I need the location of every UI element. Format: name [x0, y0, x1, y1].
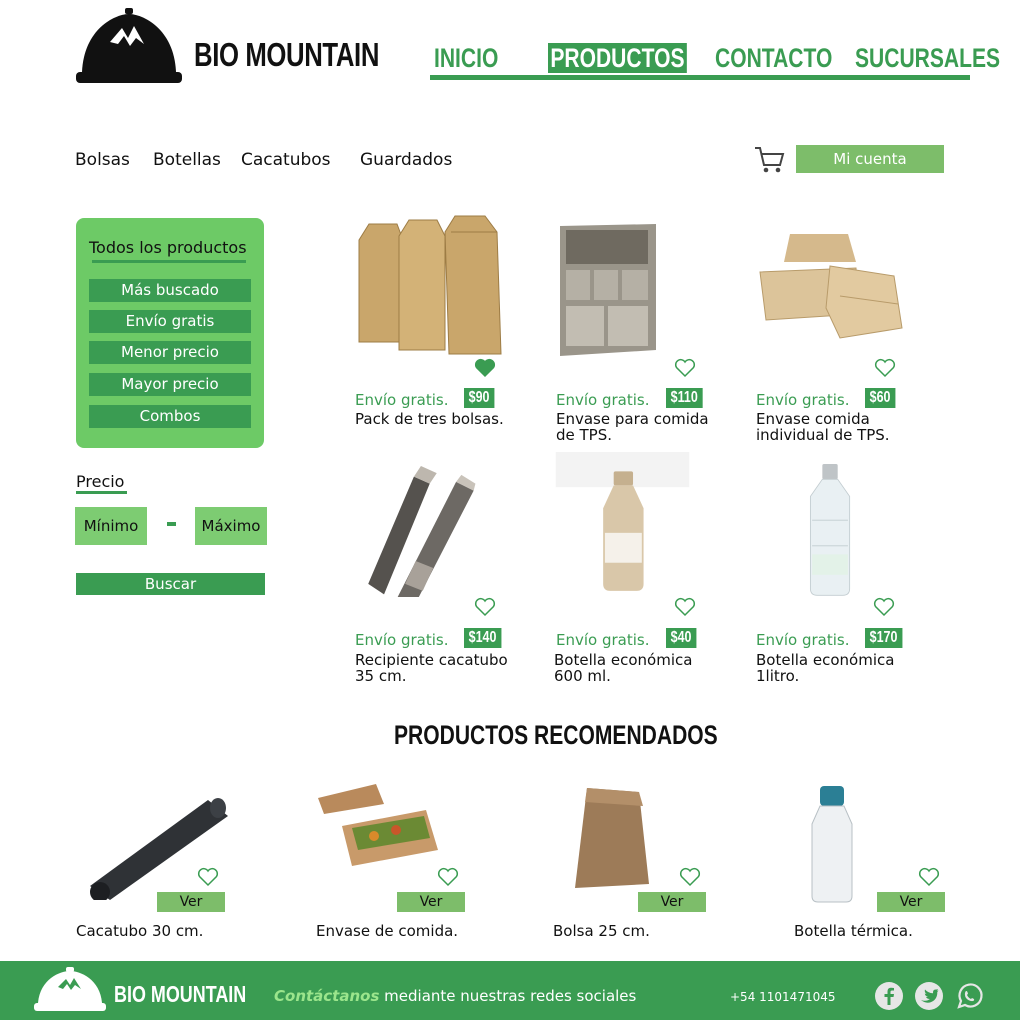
price-badge: $90: [464, 388, 495, 408]
price-badge: $140: [464, 628, 502, 648]
facebook-icon[interactable]: [874, 981, 904, 1011]
category-guardados[interactable]: Guardados: [360, 150, 452, 170]
filter-panel: Todos los productos Más buscado Envío gr…: [76, 218, 264, 448]
heart-icon[interactable]: [437, 867, 459, 887]
filter-divider: [92, 260, 246, 263]
view-button[interactable]: Ver: [638, 892, 706, 912]
recommended-card[interactable]: Ver Cacatubo 30 cm.: [76, 780, 296, 950]
recommended-card[interactable]: Ver Botella térmica.: [794, 780, 1014, 950]
price-badge: $60: [865, 388, 896, 408]
category-botellas[interactable]: Botellas: [153, 150, 221, 170]
filter-combos[interactable]: Combos: [89, 405, 251, 428]
filter-envio-gratis[interactable]: Envío gratis: [89, 310, 251, 333]
product-name[interactable]: Recipiente cacatubo 35 cm.: [355, 652, 525, 684]
recommended-title: PRODUCTOS RECOMENDADOS: [394, 720, 718, 750]
heart-icon[interactable]: [197, 867, 219, 887]
view-button[interactable]: Ver: [397, 892, 465, 912]
heart-icon[interactable]: [674, 358, 696, 378]
nav-productos[interactable]: PRODUCTOS: [548, 43, 687, 73]
recommended-name[interactable]: Envase de comida.: [316, 922, 458, 940]
footer-contact-text: Contáctanos mediante nuestras redes soci…: [274, 987, 636, 1005]
product-card[interactable]: Envío gratis. $110 Envase para comida de…: [556, 212, 756, 452]
view-button[interactable]: Ver: [877, 892, 945, 912]
price-badge: $40: [666, 628, 697, 648]
filter-menor-precio[interactable]: Menor precio: [89, 341, 251, 364]
price-max-input[interactable]: Máximo: [195, 507, 267, 545]
price-divider: [76, 491, 127, 494]
category-bolsas[interactable]: Bolsas: [75, 150, 130, 170]
price-badge: $170: [865, 628, 903, 648]
recommended-card[interactable]: Ver Envase de comida.: [316, 780, 536, 950]
recommended-name[interactable]: Bolsa 25 cm.: [553, 922, 650, 940]
view-button[interactable]: Ver: [157, 892, 225, 912]
price-badge: $110: [666, 388, 703, 408]
mountain-logo-icon[interactable]: [76, 8, 182, 84]
contact-rest: mediante nuestras redes sociales: [379, 987, 637, 1005]
recommended-card[interactable]: Ver Bolsa 25 cm.: [553, 780, 773, 950]
mountain-logo-icon[interactable]: [34, 967, 106, 1013]
takeout-box-icon: [318, 784, 438, 866]
shipping-label: Envío gratis.: [556, 631, 650, 649]
product-name[interactable]: Envase comida individual de TPS.: [756, 411, 926, 443]
food-tray-icon: [560, 224, 656, 356]
product-name[interactable]: Botella económica 600 ml.: [554, 652, 724, 684]
shipping-label: Envío gratis.: [756, 391, 850, 409]
shipping-label: Envío gratis.: [355, 391, 449, 409]
clear-bottle-icon: [809, 463, 851, 596]
search-button[interactable]: Buscar: [76, 573, 265, 595]
whatsapp-icon[interactable]: [954, 981, 984, 1011]
heart-icon[interactable]: [873, 597, 895, 617]
product-card[interactable]: Envío gratis. $40 Botella económica 600 …: [554, 452, 756, 692]
product-card[interactable]: Envío gratis. $60 Envase comida individu…: [756, 212, 956, 452]
price-min-input[interactable]: Mínimo: [75, 507, 147, 545]
clamshell-box-icon: [759, 234, 903, 339]
category-cacatubos[interactable]: Cacatubos: [241, 150, 331, 170]
product-card[interactable]: Envío gratis. $170 Botella económica 1li…: [756, 452, 956, 692]
product-name[interactable]: Botella económica 1litro.: [756, 652, 926, 684]
footer-brand: BIO MOUNTAIN: [114, 981, 247, 1007]
recommended-name[interactable]: Cacatubo 30 cm.: [76, 922, 203, 940]
product-card[interactable]: Envío gratis. $90 Pack de tres bolsas.: [355, 212, 555, 452]
recommended-name[interactable]: Botella térmica.: [794, 922, 913, 940]
nav-sucursales[interactable]: SUCURSALES: [855, 43, 1000, 73]
filter-mayor-precio[interactable]: Mayor precio: [89, 373, 251, 396]
tube-container-icon: [368, 466, 476, 597]
twitter-icon[interactable]: [914, 981, 944, 1011]
brand-name: BIO MOUNTAIN: [194, 36, 380, 73]
shipping-label: Envío gratis.: [756, 631, 850, 649]
heart-icon[interactable]: [918, 867, 940, 887]
nav-contacto[interactable]: CONTACTO: [715, 43, 832, 73]
heart-icon[interactable]: [679, 867, 701, 887]
heart-icon[interactable]: [874, 358, 896, 378]
heart-icon[interactable]: [674, 597, 696, 617]
product-card[interactable]: Envío gratis. $140 Recipiente cacatubo 3…: [355, 452, 555, 692]
cart-icon[interactable]: [753, 145, 785, 175]
price-range-dash: [167, 522, 176, 526]
kraft-bags-icon: [358, 215, 502, 355]
account-button[interactable]: Mi cuenta: [796, 145, 944, 173]
product-name[interactable]: Envase para comida de TPS.: [556, 411, 726, 443]
price-label: Precio: [76, 472, 125, 491]
contact-highlight: Contáctanos: [274, 987, 380, 1005]
water-bottle-icon: [811, 786, 853, 903]
heart-icon[interactable]: [474, 358, 496, 378]
footer-phone: +54 1101471045: [730, 990, 836, 1004]
product-name[interactable]: Pack de tres bolsas.: [355, 411, 525, 427]
nav-inicio[interactable]: INICIO: [434, 43, 498, 73]
filter-title[interactable]: Todos los productos: [89, 238, 247, 257]
shipping-label: Envío gratis.: [556, 391, 650, 409]
filter-mas-buscado[interactable]: Más buscado: [89, 279, 251, 302]
heart-icon[interactable]: [474, 597, 496, 617]
main-navigation: INICIO PRODUCTOS CONTACTO SUCURSALES: [430, 40, 1000, 80]
footer: BIO MOUNTAIN Contáctanos mediante nuestr…: [0, 961, 1020, 1020]
shipping-label: Envío gratis.: [355, 631, 449, 649]
eco-bottle-icon: [555, 452, 690, 591]
paper-bag-icon: [575, 788, 649, 888]
